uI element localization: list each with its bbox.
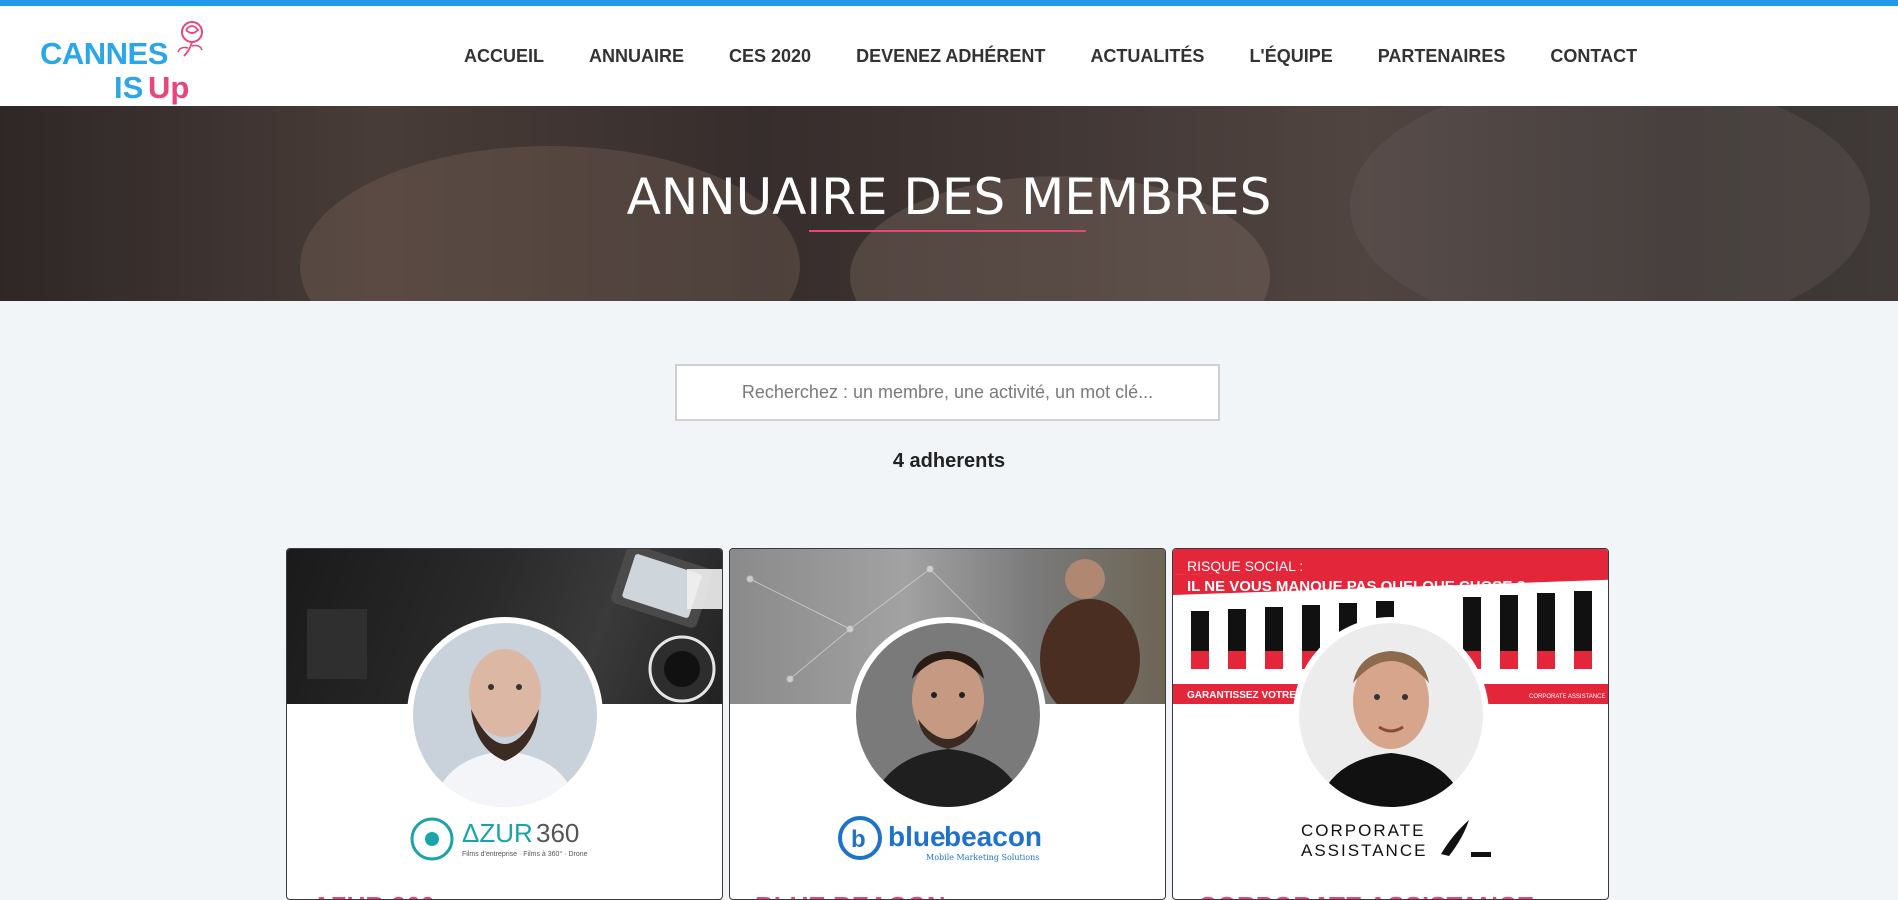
svg-text:RISQUE SOCIAL :: RISQUE SOCIAL :	[1187, 558, 1303, 574]
nav-contact[interactable]: CONTACT	[1550, 46, 1637, 67]
nav-equipe[interactable]: L'ÉQUIPE	[1249, 46, 1332, 67]
nav-ces-2020[interactable]: CES 2020	[729, 46, 811, 67]
page-title: ANNUAIRE DES MEMBRES	[626, 168, 1272, 226]
svg-text:blue: blue	[888, 821, 946, 852]
svg-text:CORPORATE: CORPORATE	[1301, 821, 1425, 840]
main-nav: ACCUEIL ANNUAIRE CES 2020 DEVENEZ ADHÉRE…	[464, 46, 1682, 67]
svg-text:CORPORATE ASSISTANCE: CORPORATE ASSISTANCE	[1529, 694, 1605, 700]
company-logo: CORPORATE ASSISTANCE	[1173, 811, 1608, 866]
member-avatar	[1299, 623, 1483, 807]
logo-text-is: IS	[114, 70, 144, 105]
bluebeacon-logo-icon: b blue beacon Mobile Marketing Solutions	[837, 815, 1042, 862]
svg-text:b: b	[851, 826, 866, 853]
member-avatar	[856, 623, 1040, 807]
nav-devenez-adherent[interactable]: DEVENEZ ADHÉRENT	[856, 46, 1045, 67]
nav-partenaires[interactable]: PARTENAIRES	[1378, 46, 1506, 67]
hero-banner: ANNUAIRE DES MEMBRES	[0, 106, 1898, 301]
member-name[interactable]: CORPORATE ASSISTANCE	[1198, 891, 1534, 899]
member-name[interactable]: BLUE BEACON	[755, 891, 946, 899]
member-avatar	[413, 623, 597, 807]
svg-text:Mobile Marketing Solutions: Mobile Marketing Solutions	[926, 853, 1039, 862]
svg-text:360: 360	[536, 818, 579, 848]
nav-annuaire[interactable]: ANNUAIRE	[589, 46, 684, 67]
rose-icon	[177, 21, 203, 57]
svg-text:beacon: beacon	[944, 821, 1042, 852]
nav-actualites[interactable]: ACTUALITÉS	[1090, 46, 1204, 67]
company-logo: ΔZUR 360 Films d'entreprise · Films à 36…	[287, 811, 722, 866]
site-header: CANNES IS Up ACCUEIL ANNUAIRE CES 2020 D…	[0, 6, 1898, 106]
member-card-corporate-assistance[interactable]: RISQUE SOCIAL : IL NE VOUS MANQUE PAS QU…	[1172, 548, 1609, 900]
svg-text:ASSISTANCE: ASSISTANCE	[1301, 841, 1427, 860]
member-count: 4 adherents	[892, 450, 1006, 472]
search-input[interactable]	[677, 366, 1218, 419]
member-card-azur-360[interactable]: ΔZUR 360 Films d'entreprise · Films à 36…	[286, 548, 723, 900]
search-box	[675, 364, 1220, 421]
title-underline	[809, 230, 1086, 232]
company-logo: b blue beacon Mobile Marketing Solutions	[730, 811, 1165, 866]
logo-text-up: Up	[148, 70, 190, 105]
member-name[interactable]: AZUR 360	[312, 891, 435, 899]
nav-accueil[interactable]: ACCUEIL	[464, 46, 544, 67]
svg-text:Films d'entreprise · Films à 3: Films d'entreprise · Films à 360° · Dron…	[462, 850, 588, 858]
azur360-logo-icon: ΔZUR 360 Films d'entreprise · Films à 36…	[410, 817, 588, 860]
site-logo[interactable]: CANNES IS Up	[40, 18, 210, 105]
logo-text-cannes: CANNES	[40, 36, 168, 71]
corporate-assistance-logo-icon: CORPORATE ASSISTANCE	[1301, 819, 1491, 860]
member-card-blue-beacon[interactable]: b blue beacon Mobile Marketing Solutions…	[729, 548, 1166, 900]
svg-text:ΔZUR: ΔZUR	[462, 818, 533, 848]
svg-text:GARANTISSEZ VOTRE: GARANTISSEZ VOTRE	[1187, 690, 1296, 701]
svg-text:IL NE VOUS MANQUE PAS QUELQUE: IL NE VOUS MANQUE PAS QUELQUE CHOSE ?	[1187, 578, 1526, 595]
